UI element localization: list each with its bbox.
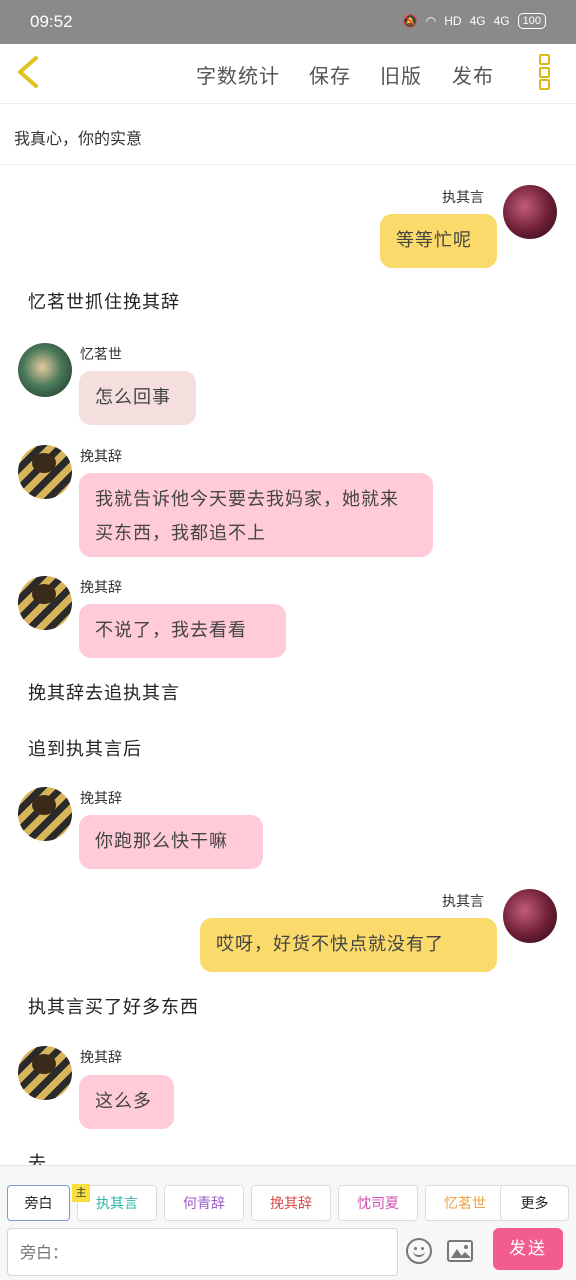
message-bubble[interactable]: 我就告诉他今天要去我妈家，她就来买东西，我都追不上 (79, 473, 433, 557)
role-tab-label: 更多 (520, 1196, 549, 1212)
speaker-name: 执其言 (442, 190, 484, 206)
message-bubble[interactable]: 哎呀，好货不快点就没有了 (200, 918, 497, 972)
narration-text[interactable]: 执其言买了好多东西 (28, 993, 199, 1019)
role-tab-label: 忆茗世 (444, 1196, 486, 1212)
narration-text[interactable]: 忆茗世抓住挽其辞 (28, 288, 180, 314)
hd-indicator: HD (444, 14, 462, 28)
emoji-mouth (413, 1251, 425, 1257)
avatar[interactable] (503, 889, 557, 943)
signal-4g-icon-2: 4G (493, 14, 510, 28)
mute-icon: 🔕 (402, 14, 418, 28)
save-button[interactable]: 保存 (309, 60, 351, 89)
signal-4g-icon: 4G (469, 14, 486, 28)
role-tab-narrator[interactable]: 旁白 (7, 1185, 70, 1221)
message-bubble[interactable]: 你跑那么快干嘛 (79, 815, 263, 869)
role-tab-label: 挽其辞 (270, 1196, 312, 1212)
menu-dot-icon (538, 79, 550, 90)
send-button[interactable]: 发送 (493, 1228, 563, 1270)
battery-icon: 100 (517, 13, 546, 29)
role-tab-label: 何青辞 (183, 1196, 225, 1212)
more-menu-button[interactable] (536, 52, 552, 92)
narration-text[interactable]: 去 (28, 1149, 47, 1165)
role-tab-wanqici[interactable]: 挽其辞 (251, 1185, 331, 1221)
role-tab-yimingshi[interactable]: 忆茗世 (425, 1185, 505, 1221)
role-tab-chensixia[interactable]: 忱司夏 (338, 1185, 418, 1221)
emoji-icon[interactable] (406, 1238, 432, 1264)
chevron-left-icon (18, 56, 38, 88)
story-title: 我真心，你的实意 (14, 129, 143, 148)
chat-area[interactable]: 执其言 等等忙呢 忆茗世抓住挽其辞 忆茗世 怎么回事 挽其辞 我就告诉他今天要去… (0, 165, 576, 1165)
input-row: 发送 (0, 1228, 576, 1278)
status-time: 09:52 (30, 12, 73, 31)
image-sun (464, 1245, 468, 1249)
message-bubble[interactable]: 怎么回事 (79, 371, 196, 425)
image-mountain (459, 1252, 471, 1258)
avatar[interactable] (18, 343, 72, 397)
image-icon[interactable] (447, 1240, 473, 1262)
speaker-name: 挽其辞 (80, 1050, 122, 1066)
speaker-name: 挽其辞 (80, 791, 122, 807)
speaker-name: 挽其辞 (80, 449, 122, 465)
avatar[interactable] (18, 1046, 72, 1100)
role-tab-heqingci[interactable]: 何青辞 (164, 1185, 244, 1221)
message-input[interactable] (7, 1228, 398, 1276)
story-title-bar[interactable]: 我真心，你的实意 (0, 105, 576, 165)
old-version-button[interactable]: 旧版 (380, 60, 422, 89)
status-bar: 09:52 🔕 ◠ HD 4G 4G 100 (0, 0, 576, 44)
menu-dot-icon (538, 66, 550, 78)
top-toolbar: 字数统计 保存 旧版 发布 (0, 44, 576, 104)
status-icons: 🔕 ◠ HD 4G 4G 100 (403, 13, 546, 29)
menu-dot-icon (538, 54, 550, 65)
message-bubble[interactable]: 这么多 (79, 1075, 174, 1129)
composer-panel: 旁白 执其言 何青辞 挽其辞 忱司夏 忆茗世 更多 主 发送 (0, 1165, 576, 1280)
speaker-name: 执其言 (442, 894, 484, 910)
role-tab-label: 旁白 (24, 1196, 53, 1212)
word-count-button[interactable]: 字数统计 (196, 60, 280, 89)
back-button[interactable] (10, 52, 46, 92)
avatar[interactable] (18, 787, 72, 841)
message-bubble[interactable]: 不说了，我去看看 (79, 604, 286, 658)
avatar[interactable] (18, 576, 72, 630)
role-tabs: 旁白 执其言 何青辞 挽其辞 忱司夏 忆茗世 更多 (7, 1185, 573, 1223)
role-tab-more[interactable]: 更多 (500, 1185, 569, 1221)
avatar[interactable] (18, 445, 72, 499)
avatar[interactable] (503, 185, 557, 239)
role-tab-label: 执其言 (96, 1196, 138, 1212)
publish-button[interactable]: 发布 (452, 60, 494, 89)
message-bubble[interactable]: 等等忙呢 (380, 214, 497, 268)
speaker-name: 挽其辞 (80, 580, 122, 596)
narration-text[interactable]: 追到执其言后 (28, 735, 142, 761)
wifi-icon: ◠ (425, 14, 437, 28)
speaker-name: 忆茗世 (80, 347, 122, 363)
role-tab-label: 忱司夏 (357, 1196, 399, 1212)
narration-text[interactable]: 挽其辞去追执其言 (28, 679, 180, 705)
main-role-tag: 主 (72, 1184, 90, 1202)
